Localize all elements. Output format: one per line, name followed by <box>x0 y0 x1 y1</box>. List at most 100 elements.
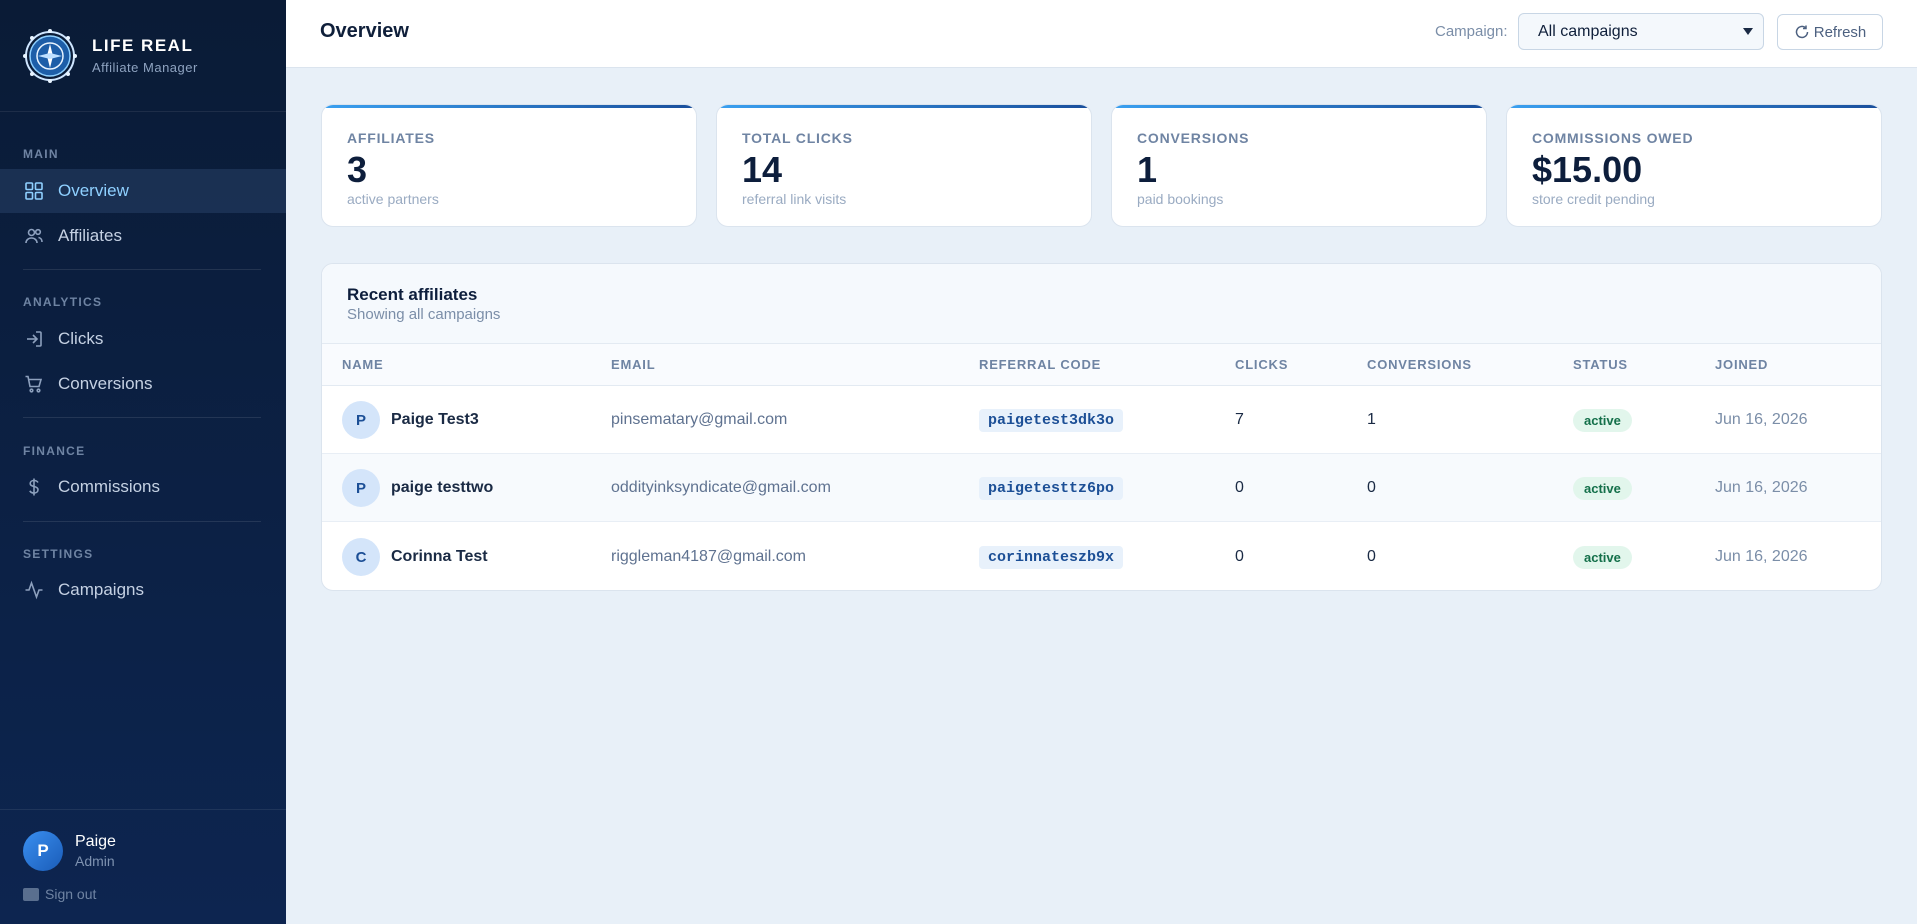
panel-subtitle: Showing all campaigns <box>347 306 501 323</box>
refresh-label: Refresh <box>1813 23 1867 41</box>
refresh-icon <box>1795 25 1808 39</box>
nav-section-settings: SETTINGS <box>23 547 94 561</box>
table-row[interactable]: P Paige Test3 pinsematary@gmail.com paig… <box>322 386 1881 454</box>
sign-out-link[interactable]: Sign out <box>23 886 96 902</box>
affiliate-email: oddityinksyndicate@gmail.com <box>611 479 831 496</box>
user-area: P Paige Admin Sign out <box>0 809 286 924</box>
sidebar-item-label: Campaigns <box>58 580 144 599</box>
clicks-count: 0 <box>1235 548 1244 565</box>
table-header-row <box>322 344 1881 386</box>
sidebar: LIFE REAL Affiliate Manager MAIN Overvie… <box>0 0 286 924</box>
referral-code: paigetest3dk3o <box>979 408 1124 432</box>
brand: LIFE REAL Affiliate Manager <box>0 0 286 112</box>
activity-icon <box>25 580 43 600</box>
stat-label: COMMISSIONS OWED <box>1532 130 1694 146</box>
top-header: Overview Campaign: All campaigns Refresh <box>286 0 1917 68</box>
referral-code: corinnateszb9x <box>979 545 1124 569</box>
user-role: Admin <box>75 853 115 869</box>
sidebar-item-label: Overview <box>58 181 129 200</box>
compass-logo-icon <box>23 28 77 83</box>
campaign-selected-value: All campaigns <box>1538 22 1638 40</box>
joined-date: Jun 16, 2026 <box>1715 548 1808 565</box>
sidebar-item-campaigns[interactable]: Campaigns <box>0 568 286 612</box>
column-header-joined[interactable]: JOINED <box>1715 357 1768 372</box>
status-badge: active <box>1573 476 1632 500</box>
column-header-name[interactable]: NAME <box>342 357 383 372</box>
divider <box>23 521 261 522</box>
affiliate-email: riggleman4187@gmail.com <box>611 548 806 565</box>
affiliate-email: pinsematary@gmail.com <box>611 411 788 428</box>
cart-icon <box>25 375 43 393</box>
nav-section-finance: FINANCE <box>23 444 86 458</box>
stat-subtext: referral link visits <box>742 191 847 207</box>
divider <box>23 417 261 418</box>
affiliate-avatar: P <box>342 401 380 439</box>
page-title: Overview <box>320 20 409 42</box>
column-header-status[interactable]: STATUS <box>1573 357 1628 372</box>
stat-value: 14 <box>742 149 783 190</box>
stat-value: 3 <box>347 149 368 190</box>
affiliate-name: Paige Test3 <box>391 411 479 428</box>
recent-affiliates-panel: Recent affiliates Showing all campaigns … <box>321 263 1882 591</box>
panel-title: Recent affiliates <box>347 285 478 304</box>
divider <box>23 269 261 270</box>
stat-card-affiliates: AFFILIATES 3 active partners <box>321 104 697 227</box>
stat-label: CONVERSIONS <box>1137 130 1250 146</box>
column-header-email[interactable]: EMAIL <box>611 357 655 372</box>
grid-icon <box>25 182 43 200</box>
column-header-referral-code[interactable]: REFERRAL CODE <box>979 357 1101 372</box>
sidebar-item-commissions[interactable]: Commissions <box>0 465 286 509</box>
stat-value: 1 <box>1137 149 1158 190</box>
campaign-select[interactable]: All campaigns <box>1518 13 1764 50</box>
refresh-button[interactable]: Refresh <box>1777 14 1883 50</box>
conversions-count: 0 <box>1367 548 1376 565</box>
status-badge: active <box>1573 408 1632 432</box>
dollar-icon <box>29 478 39 496</box>
referral-code: paigetesttz6po <box>979 476 1124 500</box>
panel-header: Recent affiliates Showing all campaigns <box>322 264 1881 344</box>
sign-out-icon <box>23 887 39 901</box>
affiliate-name: Corinna Test <box>391 548 488 565</box>
stat-value: $15.00 <box>1532 149 1643 190</box>
affiliate-name: paige testtwo <box>391 479 494 496</box>
stat-label: AFFILIATES <box>347 130 435 146</box>
sidebar-item-label: Conversions <box>58 374 153 393</box>
column-header-conversions[interactable]: CONVERSIONS <box>1367 357 1472 372</box>
sign-out-label: Sign out <box>45 886 97 902</box>
sidebar-item-affiliates[interactable]: Affiliates <box>0 214 286 258</box>
stat-label: TOTAL CLICKS <box>742 130 853 146</box>
status-badge: active <box>1573 545 1632 569</box>
user-name: Paige <box>75 833 116 850</box>
stat-subtext: active partners <box>347 191 439 207</box>
table-row[interactable]: P paige testtwo oddityinksyndicate@gmail… <box>322 454 1881 522</box>
sign-in-icon <box>27 331 42 347</box>
clicks-count: 0 <box>1235 479 1244 496</box>
joined-date: Jun 16, 2026 <box>1715 479 1808 496</box>
brand-name: LIFE REAL <box>92 36 194 55</box>
avatar[interactable]: P <box>23 831 63 871</box>
affiliate-avatar: P <box>342 469 380 507</box>
sidebar-item-overview[interactable]: Overview <box>0 169 286 213</box>
conversions-count: 0 <box>1367 479 1376 496</box>
sidebar-item-clicks[interactable]: Clicks <box>0 317 286 361</box>
column-header-clicks[interactable]: CLICKS <box>1235 357 1288 372</box>
conversions-count: 1 <box>1367 411 1376 428</box>
affiliate-avatar: C <box>342 538 380 576</box>
stat-card-clicks: TOTAL CLICKS 14 referral link visits <box>716 104 1092 227</box>
stat-subtext: paid bookings <box>1137 191 1224 207</box>
sidebar-item-label: Clicks <box>58 329 104 348</box>
table-row[interactable]: C Corinna Test riggleman4187@gmail.com c… <box>322 523 1881 590</box>
clicks-count: 7 <box>1235 411 1244 428</box>
nav-section-main: MAIN <box>23 147 59 161</box>
campaign-label: Campaign: <box>1435 23 1508 40</box>
joined-date: Jun 16, 2026 <box>1715 411 1808 428</box>
stat-card-commissions: COMMISSIONS OWED $15.00 store credit pen… <box>1506 104 1882 227</box>
sidebar-item-conversions[interactable]: Conversions <box>0 362 286 406</box>
sidebar-item-label: Affiliates <box>58 226 122 245</box>
users-icon <box>25 228 43 244</box>
stat-subtext: store credit pending <box>1532 191 1655 207</box>
brand-subtitle: Affiliate Manager <box>92 60 198 75</box>
chevron-down-icon <box>1743 28 1753 35</box>
sidebar-item-label: Commissions <box>58 477 161 496</box>
stat-card-conversions: CONVERSIONS 1 paid bookings <box>1111 104 1487 227</box>
